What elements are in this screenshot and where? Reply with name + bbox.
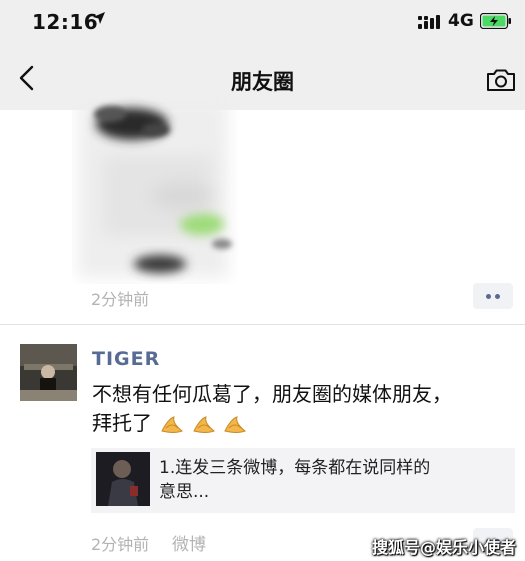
source-link[interactable]: 微博 (172, 530, 206, 555)
post-image[interactable] (72, 96, 238, 284)
network-type: 4G (448, 11, 474, 31)
share-card-text: 1.连发三条微博，每条都在说同样的 意思... (159, 456, 499, 504)
status-time: 12:16 (32, 10, 99, 34)
post-divider (0, 324, 525, 325)
camera-icon (487, 69, 515, 91)
share-card-line: 1.连发三条微博，每条都在说同样的 (159, 458, 431, 478)
share-card-line: 意思... (159, 482, 210, 502)
status-bar: 12:16 4G (0, 0, 525, 46)
post-username[interactable]: TIGER (92, 348, 160, 370)
avatar[interactable] (20, 344, 77, 401)
battery-charging-icon (479, 12, 511, 30)
share-card[interactable]: 1.连发三条微博，每条都在说同样的 意思... (91, 448, 515, 513)
folded-hands-icon (160, 413, 248, 443)
camera-button[interactable] (486, 68, 516, 92)
post-content: 不想有任何瓜葛了，朋友圈的媒体朋友， 拜托了 (92, 380, 502, 443)
post-timestamp-2: 2分钟前 (91, 535, 150, 554)
more-dots-icon[interactable] (473, 283, 513, 309)
page-title: 朋友圈 (231, 70, 294, 94)
location-arrow-icon (92, 11, 106, 29)
post-timestamp: 2分钟前 (91, 290, 150, 309)
watermark: 搜狐号@娱乐小使者 (372, 538, 517, 557)
post-text-line: 不想有任何瓜葛了，朋友圈的媒体朋友， (92, 382, 452, 406)
post-text-line: 拜托了 (92, 411, 152, 435)
share-card-thumbnail (96, 452, 150, 506)
post-text-line-2: 拜托了 (92, 409, 502, 443)
signal-bars-icon (418, 14, 442, 29)
